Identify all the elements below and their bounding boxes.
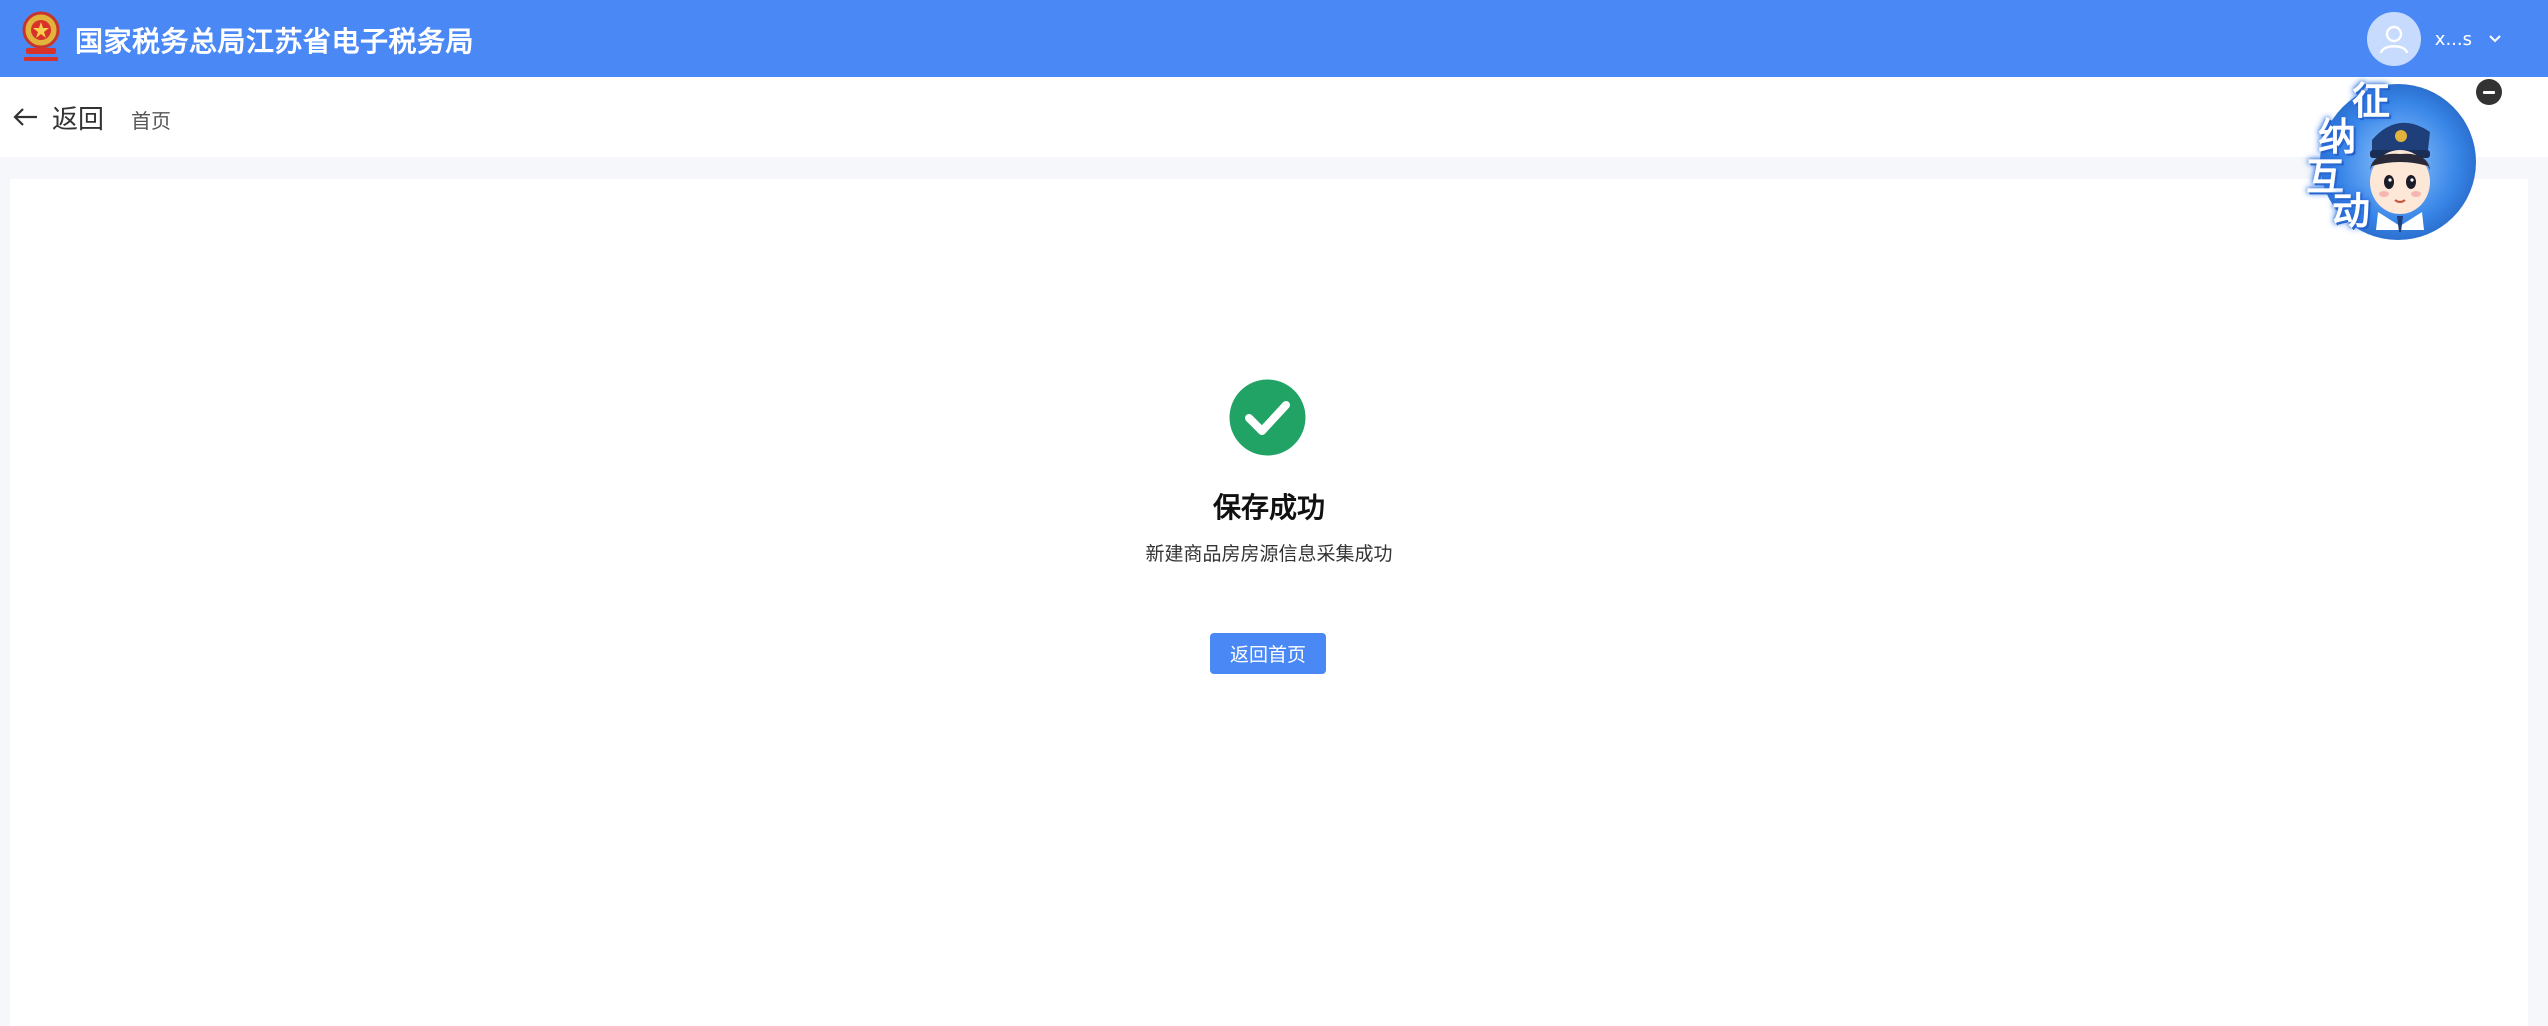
- result-panel: 保存成功 新建商品房房源信息采集成功 返回首页: [10, 179, 2528, 1026]
- breadcrumb-home[interactable]: 首页: [131, 105, 171, 134]
- sub-header-bar: 返回 首页: [0, 77, 2548, 157]
- back-button[interactable]: 返回: [12, 97, 104, 137]
- check-circle-icon: [1229, 379, 1306, 456]
- user-menu[interactable]: x...s: [2366, 12, 2504, 66]
- chevron-down-icon[interactable]: [2486, 30, 2504, 48]
- result-title: 保存成功: [1212, 491, 1325, 524]
- mascot-char-4: 动: [2332, 189, 2371, 233]
- result-description: 新建商品房房源信息采集成功: [1145, 543, 1393, 565]
- top-header-bar: 国家税务总局江苏省电子税务局 x...s: [0, 0, 2548, 77]
- user-avatar-icon[interactable]: [2366, 12, 2421, 66]
- back-button-label[interactable]: 返回: [52, 99, 104, 136]
- interaction-mascot-widget[interactable]: 征 纳 互 动: [2300, 70, 2485, 240]
- minus-circle-icon[interactable]: [2476, 79, 2502, 105]
- mascot-char-1: 征: [2352, 79, 2391, 123]
- username[interactable]: x...s: [2435, 29, 2472, 50]
- return-home-button[interactable]: 返回首页: [1210, 633, 1326, 674]
- arrow-left-icon[interactable]: [12, 103, 40, 131]
- national-emblem-icon: [22, 11, 60, 61]
- site-title: 国家税务总局江苏省电子税务局: [75, 25, 475, 58]
